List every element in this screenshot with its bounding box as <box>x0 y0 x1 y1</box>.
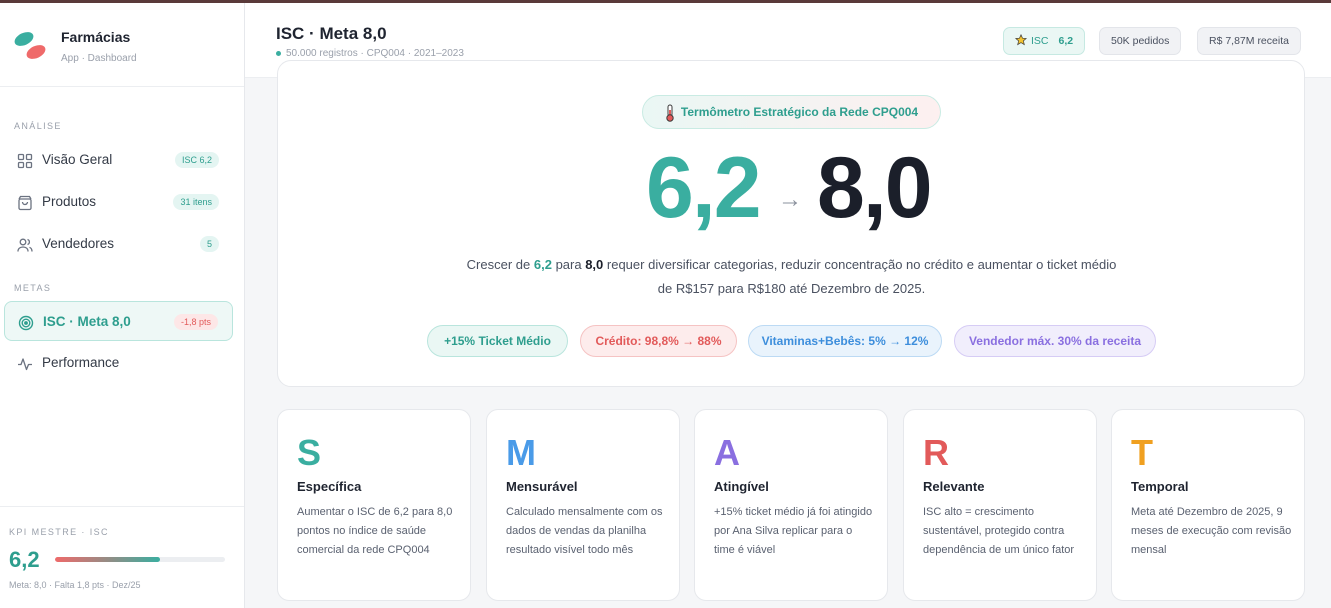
orders-chip[interactable]: 50K pedidos <box>1099 27 1182 55</box>
hero-card: Termômetro Estratégico da Rede CPQ004 6,… <box>277 60 1305 387</box>
section-label-metas: METAS <box>14 283 52 293</box>
desc-text: Crescer de <box>466 257 534 272</box>
tag-credito[interactable]: Crédito: 98,8% → 88% <box>580 325 737 357</box>
tag-ticket-medio[interactable]: +15% Ticket Médio <box>427 325 568 357</box>
smart-card-m[interactable]: M Mensurável Calculado mensalmente com o… <box>486 409 680 601</box>
smart-title: Atingível <box>714 479 769 494</box>
sidebar-item-badge: ISC 6,2 <box>174 152 219 168</box>
sidebar-item-label: Performance <box>42 355 120 370</box>
smart-description: Meta até Dezembro de 2025, 9 meses de ex… <box>1131 506 1292 556</box>
isc-chip-value: 6,2 <box>1058 35 1074 47</box>
kpi-progress-fill <box>55 557 161 562</box>
sidebar-item-badge: 5 <box>199 236 219 252</box>
isc-chip-label: ISC <box>1031 35 1049 47</box>
desc-current: 6,2 <box>533 257 552 272</box>
target-icon <box>18 315 34 331</box>
bag-icon <box>18 195 32 211</box>
kpi-master: KPI MESTRE · ISC 6,2 Meta: 8,0 · Falta 1… <box>0 506 244 608</box>
target-value: 8,0 <box>817 140 933 236</box>
sidebar-item-visao-geral[interactable]: Visão Geral ISC 6,2 <box>4 140 233 180</box>
smart-letter: T <box>1131 432 1153 473</box>
section-label-analise: ANÁLISE <box>14 121 62 131</box>
smart-title: Temporal <box>1131 479 1189 494</box>
brand-subtitle: App · Dashboard <box>61 53 137 64</box>
smart-letter: M <box>506 432 536 473</box>
brand-name: Farmácias <box>61 29 131 45</box>
sidebar-item-label: Produtos <box>42 194 97 209</box>
smart-title: Relevante <box>923 479 985 494</box>
smart-letter: S <box>297 432 322 473</box>
smart-card-r[interactable]: R Relevante ISC alto = crescimento suste… <box>903 409 1097 601</box>
smart-card-s[interactable]: S Específica Aumentar o ISC de 6,2 para … <box>277 409 471 601</box>
page-title: ISC · Meta 8,0 <box>276 24 387 43</box>
sidebar: Farmácias App · Dashboard ANÁLISE Visão … <box>0 3 245 608</box>
users-icon <box>17 238 33 252</box>
status-dot-icon <box>276 50 281 56</box>
tag-vitaminas-bebes[interactable]: Vitaminas+Bebês: 5% → 12% <box>748 325 942 357</box>
tag-vendedor-max[interactable]: Vendedor máx. 30% da receita <box>954 325 1156 357</box>
smart-title: Específica <box>297 479 362 494</box>
page-subtitle: 50.000 registros · CPQ004 · 2021–2023 <box>276 48 464 59</box>
activity-icon <box>18 358 32 371</box>
kpi-progress-bar <box>55 557 225 562</box>
smart-card-t[interactable]: T Temporal Meta até Dezembro de 2025, 9 … <box>1111 409 1305 601</box>
hero-pill: Termômetro Estratégico da Rede CPQ004 <box>642 95 941 129</box>
sidebar-item-label: Vendedores <box>42 236 115 251</box>
kpi-footer: Meta: 8,0 · Falta 1,8 pts · Dez/25 <box>9 580 141 590</box>
kpi-label: KPI MESTRE · ISC <box>9 527 109 537</box>
smart-description: Aumentar o ISC de 6,2 para 8,0 pontos no… <box>297 506 453 556</box>
page-subtitle-text: 50.000 registros · CPQ004 · 2021–2023 <box>286 48 464 59</box>
sidebar-item-label: Visão Geral <box>42 152 113 167</box>
sidebar-item-badge: -1,8 pts <box>173 314 218 330</box>
sidebar-item-vendedores[interactable]: Vendedores 5 <box>4 224 233 264</box>
smart-description: +15% ticket médio já foi atingido por An… <box>714 506 873 556</box>
pill-logo-icon <box>12 29 48 63</box>
grid-icon <box>17 153 33 169</box>
sidebar-item-badge: 31 itens <box>173 194 219 210</box>
smart-letter: A <box>714 432 740 473</box>
sidebar-item-produtos[interactable]: Produtos 31 itens <box>4 182 233 222</box>
smart-letter: R <box>923 432 949 473</box>
isc-chip[interactable]: ISC 6,2 <box>1003 27 1086 55</box>
hero-description: Crescer de 6,2 para 8,0 requer diversifi… <box>458 253 1125 301</box>
smart-description: Calculado mensalmente com os dados de ve… <box>506 506 663 556</box>
smart-title: Mensurável <box>506 479 578 494</box>
smart-card-a[interactable]: A Atingível +15% ticket médio já foi ati… <box>694 409 888 601</box>
revenue-chip[interactable]: R$ 7,87M receita <box>1197 27 1301 55</box>
desc-target: 8,0 <box>585 257 604 272</box>
smart-description: ISC alto = crescimento sustentável, prot… <box>923 506 1075 556</box>
current-value: 6,2 <box>646 140 762 236</box>
brand[interactable]: Farmácias App · Dashboard <box>0 3 244 87</box>
hero-pill-label: Termômetro Estratégico da Rede CPQ004 <box>680 105 919 119</box>
sidebar-item-label: ISC · Meta 8,0 <box>43 314 131 329</box>
arrow-right-icon: → <box>778 186 802 213</box>
kpi-value: 6,2 <box>9 547 40 572</box>
star-icon <box>1014 33 1028 46</box>
sidebar-item-isc-meta[interactable]: ISC · Meta 8,0 -1,8 pts <box>4 301 233 341</box>
sidebar-item-performance[interactable]: Performance <box>4 343 233 383</box>
desc-text: requer diversificar categorias, reduzir … <box>603 257 1117 296</box>
thermometer-icon <box>666 104 674 122</box>
desc-text: para <box>551 257 586 272</box>
